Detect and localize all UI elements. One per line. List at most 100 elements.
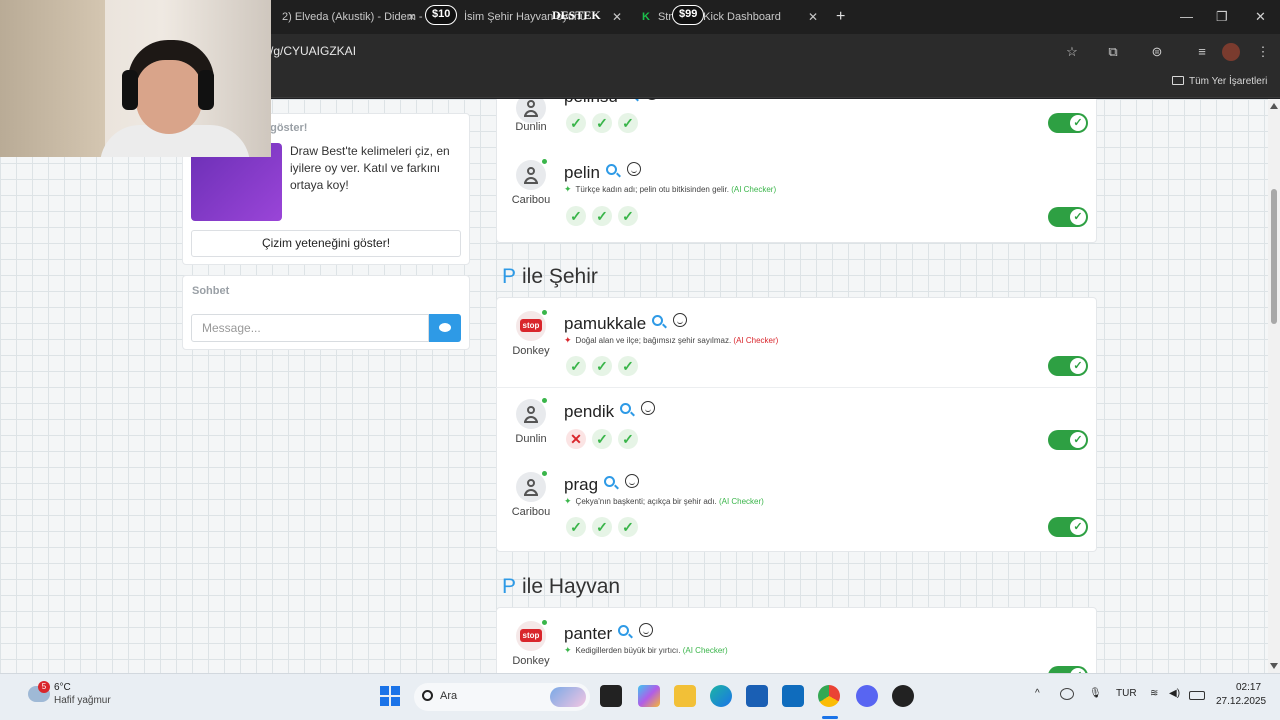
microphone-icon[interactable]: 🎙 xyxy=(1089,688,1102,699)
search-icon[interactable] xyxy=(618,625,630,636)
steam-icon[interactable] xyxy=(892,685,914,707)
tab-close-icon[interactable]: ✕ xyxy=(612,6,622,28)
new-tab-button[interactable]: + xyxy=(836,6,845,28)
approve-toggle[interactable] xyxy=(1048,430,1088,450)
note-text: Doğal alan ve ilçe; bağımsız şehir sayıl… xyxy=(575,336,732,345)
ai-note: ✦ Türkçe kadın adı; pelin otu bitkisinden… xyxy=(564,184,776,195)
tray-chevron-icon[interactable]: ^ xyxy=(1035,688,1040,699)
security-icon[interactable] xyxy=(1060,688,1074,700)
avatar xyxy=(516,398,547,429)
approve-toggle[interactable] xyxy=(1048,207,1088,227)
ai-checker-label: (AI Checker) xyxy=(733,336,779,345)
vote-list: ✓ ✓ ✓ xyxy=(566,206,644,226)
answer-text: pelin xyxy=(564,163,600,182)
search-icon xyxy=(422,690,433,701)
avatar xyxy=(516,159,547,190)
vote-yes-icon: ✓ xyxy=(592,356,612,376)
clock-time[interactable]: 02:17 xyxy=(1236,682,1261,693)
extensions-icon[interactable]: ⧉ xyxy=(1104,43,1122,61)
chat-input[interactable]: Message... xyxy=(191,314,429,342)
search-label: Ara xyxy=(440,690,458,702)
weather-desc[interactable]: Hafif yağmur xyxy=(54,695,111,706)
section-letter: P xyxy=(502,265,517,288)
vote-no-icon: ✕ xyxy=(566,429,586,449)
vote-list: ✓ ✓ ✓ xyxy=(566,356,644,376)
search-icon[interactable] xyxy=(620,403,632,414)
vote-yes-icon: ✓ xyxy=(618,429,638,449)
close-window-icon[interactable]: ✕ xyxy=(1255,6,1266,28)
minimize-icon[interactable]: — xyxy=(1180,6,1193,28)
active-app-indicator xyxy=(822,716,838,719)
task-view-icon[interactable] xyxy=(600,685,622,707)
outlook-icon[interactable] xyxy=(782,685,804,707)
answer-text: pamukkale xyxy=(564,314,647,333)
smiley-icon[interactable] xyxy=(644,99,659,100)
edge-icon[interactable] xyxy=(710,685,732,707)
discord-icon[interactable] xyxy=(856,685,878,707)
tab-close-icon[interactable]: × xyxy=(408,6,415,28)
note-text: Çekya'nın başkenti; açıkça bir şehir adı… xyxy=(575,497,717,506)
battery-icon[interactable] xyxy=(1189,691,1205,700)
weather-temp[interactable]: 6°C xyxy=(54,682,71,693)
restore-icon[interactable]: ❐ xyxy=(1216,6,1228,28)
webcam-overlay xyxy=(0,0,271,157)
windows-start-icon[interactable] xyxy=(380,686,400,706)
store-icon[interactable] xyxy=(746,685,768,707)
taskbar-search[interactable]: Ara xyxy=(414,683,590,711)
search-icon[interactable] xyxy=(604,476,616,487)
search-icon[interactable] xyxy=(652,315,664,326)
folder-icon xyxy=(1172,76,1184,85)
answer-word: pelin xyxy=(564,162,641,183)
menu-icon[interactable]: ⋮ xyxy=(1254,43,1272,61)
answer-text: panter xyxy=(564,624,613,643)
page-scrollbar[interactable] xyxy=(1268,99,1280,673)
url-field[interactable]: /g/CYUAIGZKAI xyxy=(270,44,356,58)
tab-kick[interactable]: K Stream - Kick Dashboard xyxy=(642,6,802,28)
smiley-icon[interactable] xyxy=(639,623,654,637)
bookmark-star-icon[interactable]: ☆ xyxy=(1063,43,1081,61)
approve-toggle[interactable] xyxy=(1048,113,1088,133)
vote-yes-icon: ✓ xyxy=(592,206,612,226)
approve-toggle[interactable] xyxy=(1048,517,1088,537)
media-icon[interactable]: ≡ xyxy=(1193,43,1211,61)
answer-text: pendik xyxy=(564,402,615,421)
smiley-icon[interactable] xyxy=(626,162,641,176)
smiley-icon[interactable] xyxy=(625,474,640,488)
answer-word: pamukkale xyxy=(564,313,688,334)
ai-note: ✦ Kedigillerden büyük bir yırtıcı. (AI Ch… xyxy=(564,645,728,656)
page-content: i göster! Draw Best'te kelimeleri çiz, e… xyxy=(0,99,1268,673)
chat-send-button[interactable] xyxy=(429,314,461,342)
player-name: Donkey xyxy=(512,655,550,667)
copilot-icon[interactable] xyxy=(638,685,660,707)
kick-icon: K xyxy=(642,11,650,23)
wifi-icon[interactable]: ≋ xyxy=(1150,688,1158,699)
sparkle-icon: ✦ xyxy=(564,645,572,655)
vote-yes-icon: ✓ xyxy=(592,113,612,133)
search-icon[interactable] xyxy=(605,164,617,175)
volume-icon[interactable]: ◀) xyxy=(1169,688,1180,699)
language-indicator[interactable]: TUR xyxy=(1116,688,1137,699)
approve-toggle[interactable] xyxy=(1048,356,1088,376)
chat-title: Sohbet xyxy=(192,285,230,297)
file-explorer-icon[interactable] xyxy=(674,685,696,707)
answer-row: stop Donkey panter ✦ Kedigillerden büyük … xyxy=(496,620,1097,673)
all-bookmarks[interactable]: Tüm Yer İşaretleri xyxy=(1172,76,1267,87)
vote-yes-icon: ✓ xyxy=(592,517,612,537)
answer-word: pelinsu xyxy=(564,99,659,107)
ai-checker-label: (AI Checker) xyxy=(718,497,764,506)
scroll-thumb[interactable] xyxy=(1271,189,1277,324)
smiley-icon[interactable] xyxy=(641,401,656,415)
clock-date[interactable]: 27.12.2025 xyxy=(1216,696,1266,707)
scroll-up-icon[interactable] xyxy=(1270,103,1278,109)
tab-close-icon[interactable]: ✕ xyxy=(808,6,818,28)
chrome-icon[interactable] xyxy=(818,685,840,707)
answer-word: prag xyxy=(564,474,640,495)
scroll-down-icon[interactable] xyxy=(1270,663,1278,669)
incognito-icon[interactable]: ⊜ xyxy=(1148,43,1166,61)
approve-toggle[interactable] xyxy=(1048,666,1088,673)
row-divider xyxy=(496,387,1097,388)
profile-avatar[interactable] xyxy=(1222,43,1240,61)
promo-button[interactable]: Çizim yeteneğini göster! xyxy=(191,230,461,257)
note-text: Kedigillerden büyük bir yırtıcı. xyxy=(575,646,681,655)
smiley-icon[interactable] xyxy=(673,313,688,327)
